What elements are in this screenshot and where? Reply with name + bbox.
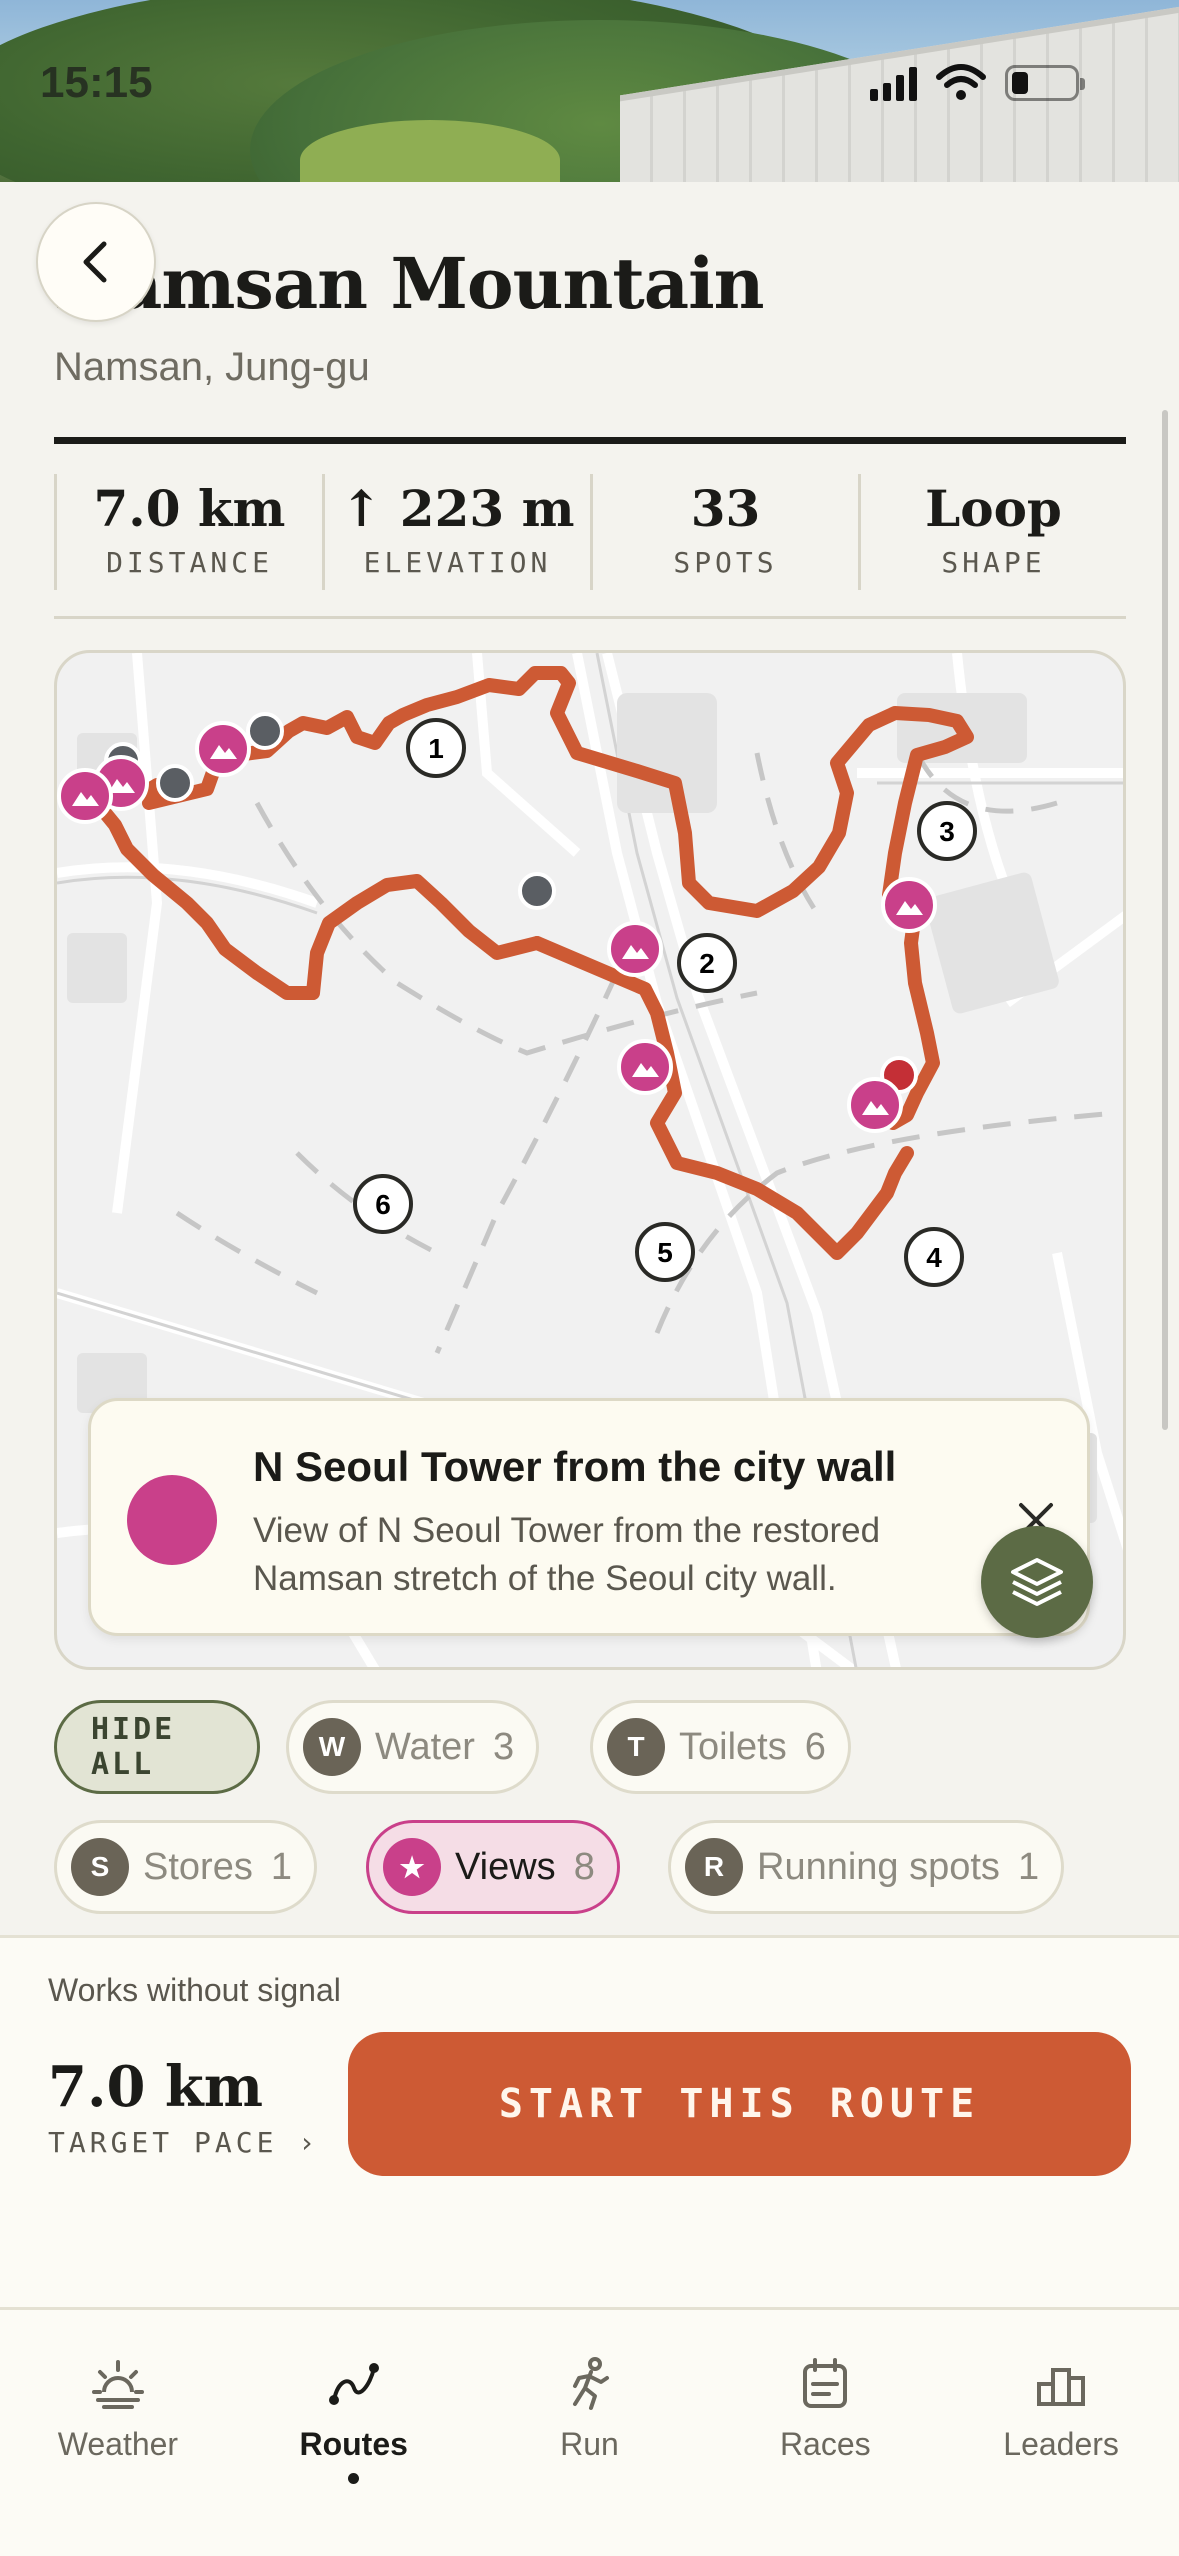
checkpoint-label: 2 (699, 948, 715, 979)
start-route-button[interactable]: START THIS ROUTE (348, 2032, 1131, 2176)
start-panel: Works without signal 7.0 km TARGET PACE … (0, 1935, 1179, 2307)
hide-all-chip[interactable]: HIDE ALL (54, 1700, 260, 1794)
chip-badge: W (303, 1718, 361, 1776)
checkpoint-label: 1 (428, 733, 444, 764)
checkpoint-label: 6 (375, 1189, 391, 1220)
layers-icon (1011, 1558, 1063, 1606)
chip-label: Views (455, 1845, 556, 1888)
tab-routes[interactable]: Routes (236, 2310, 472, 2556)
chip-label: Toilets (679, 1725, 787, 1768)
tab-label: Leaders (1003, 2426, 1119, 2462)
checkpoint-3[interactable]: 3 (917, 801, 977, 861)
tab-label: Races (779, 2426, 871, 2462)
races-icon (803, 2358, 848, 2408)
checkpoint-4[interactable]: 4 (904, 1227, 964, 1287)
chip-count: 6 (804, 1725, 826, 1768)
checkpoint-2[interactable]: 2 (677, 933, 737, 993)
chip-count: 1 (270, 1845, 292, 1888)
popup-title: N Seoul Tower from the city wall (253, 1443, 897, 1490)
tab-label: Weather (57, 2426, 179, 2462)
tab-leaders[interactable]: Leaders (943, 2310, 1179, 2556)
star-icon: ★ (383, 1838, 441, 1896)
checkpoint-6[interactable]: 6 (353, 1174, 413, 1234)
chip-label: Water (375, 1725, 475, 1768)
checkpoint-label: 4 (926, 1242, 942, 1273)
spot-popup[interactable]: N Seoul Tower from the city wall View of… (88, 1398, 1090, 1636)
popup-description: View of N Seoul Tower from the restored … (253, 1511, 881, 1598)
filter-chip-stores[interactable]: S Stores 1 (54, 1820, 317, 1914)
chip-label: Running spots (757, 1845, 1000, 1888)
tab-weather[interactable]: Weather (0, 2310, 236, 2556)
chip-label: Stores (143, 1845, 253, 1888)
chip-badge: T (607, 1718, 665, 1776)
checkpoint-label: 3 (939, 816, 955, 847)
tab-run[interactable]: Run (472, 2310, 708, 2556)
chip-badge: R (685, 1838, 743, 1896)
view-category-dot (127, 1475, 217, 1565)
chip-count: 3 (492, 1725, 515, 1768)
chip-count: 8 (573, 1845, 595, 1888)
tab-races[interactable]: Races (707, 2310, 943, 2556)
tab-label: Run (560, 2426, 619, 2462)
weather-icon (91, 2360, 144, 2409)
filter-chip-running-spots[interactable]: R Running spots 1 (668, 1820, 1065, 1914)
back-button[interactable] (36, 202, 156, 322)
filter-chip-water[interactable]: W Water 3 (286, 1700, 540, 1794)
map-layers-button[interactable] (981, 1526, 1093, 1638)
chip-badge: S (71, 1838, 129, 1896)
tab-bar: Weather Routes Run Races Leaders (0, 2307, 1179, 2556)
checkpoint-5[interactable]: 5 (635, 1222, 695, 1282)
chip-count: 1 (1017, 1845, 1040, 1888)
offline-note: Works without signal (48, 1972, 341, 2008)
target-distance: 7.0 km (48, 2054, 263, 2120)
filter-chip-views[interactable]: ★ Views 8 (366, 1820, 620, 1914)
target-pace-link[interactable]: TARGET PACE › (48, 2126, 319, 2159)
routes-icon (328, 2363, 379, 2405)
chevron-left-icon (83, 241, 107, 283)
filter-chip-toilets[interactable]: T Toilets 6 (590, 1700, 851, 1794)
chip-label: HIDE ALL (91, 1712, 176, 1782)
scrollbar[interactable] (1162, 410, 1168, 1430)
checkpoint-1[interactable]: 1 (406, 718, 466, 778)
active-tab-indicator (348, 2473, 360, 2484)
checkpoint-label: 5 (657, 1237, 673, 1268)
leaders-icon (1037, 2368, 1086, 2406)
run-icon (573, 2357, 610, 2410)
tab-label: Routes (299, 2426, 408, 2462)
